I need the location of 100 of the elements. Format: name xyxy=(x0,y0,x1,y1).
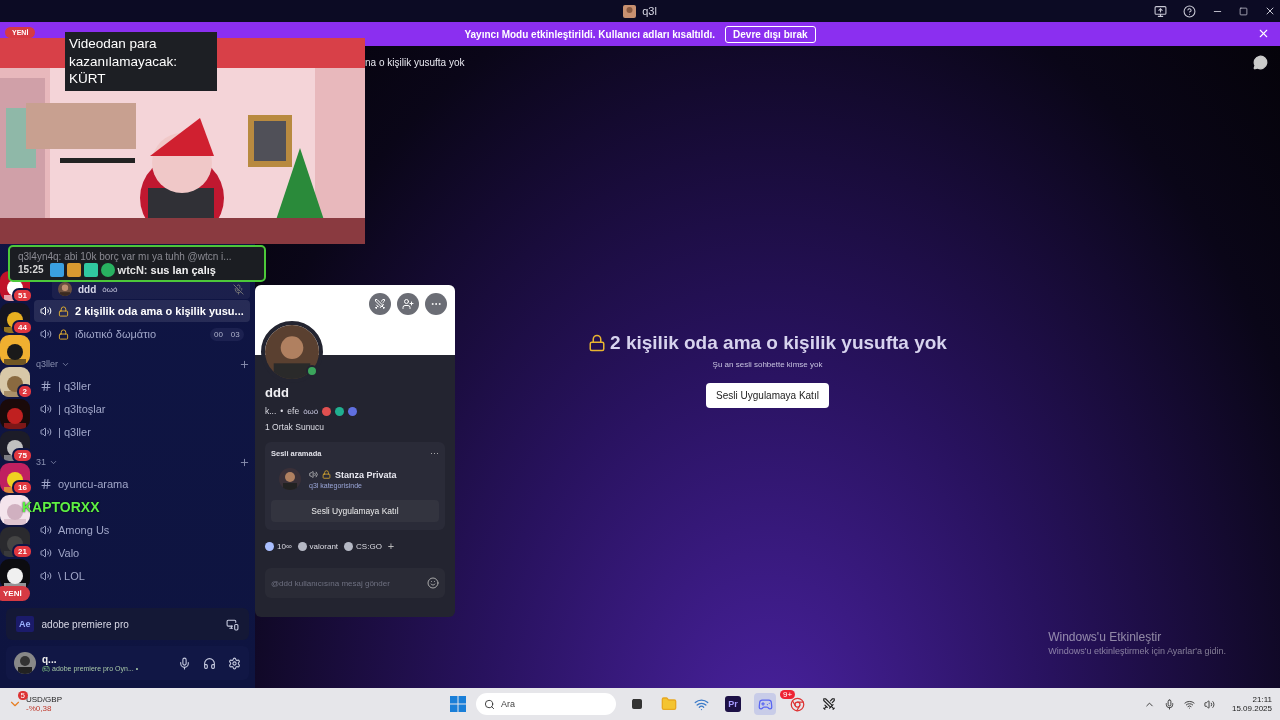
stream-icon[interactable] xyxy=(226,617,239,631)
close-icon[interactable] xyxy=(1264,5,1276,17)
separator: • xyxy=(280,406,284,416)
pronouns: efe xyxy=(287,406,300,416)
avatar[interactable] xyxy=(14,652,36,674)
new-pill: YENİ xyxy=(0,586,30,601)
start-icon[interactable] xyxy=(450,696,466,712)
channel-item[interactable]: 2 kişilik oda ama o kişilik yusu... xyxy=(34,300,250,322)
notification-badge: 9+ xyxy=(780,690,796,699)
emoji-icon[interactable] xyxy=(427,577,439,589)
lock-icon xyxy=(58,328,69,340)
category-header[interactable]: q3ller xyxy=(34,354,250,374)
user-tag: òωó xyxy=(303,406,319,416)
lock-icon xyxy=(322,470,331,479)
gamepad-icon xyxy=(42,664,50,673)
empty-state-text: Şu an sesli sohbette kimse yok xyxy=(712,360,823,369)
channel-title: na o kişilik yusufta yok xyxy=(365,56,465,68)
add-friend-icon xyxy=(402,298,414,310)
add-icon[interactable] xyxy=(238,358,250,370)
channel-item[interactable]: ιδιωτικό δωμάτιο 00 03 xyxy=(34,323,250,345)
role-tag: CS:GO xyxy=(344,541,382,551)
message-field[interactable]: @ddd kullanıcısına mesaj gönder xyxy=(265,568,445,598)
disable-button[interactable]: Devre dışı bırak xyxy=(725,25,816,43)
activity-name: adobe premiere pro xyxy=(41,618,129,630)
activation-text: Windows'u etkinleştirmek için Ayarlar'a gidin. xyxy=(1048,646,1226,656)
hash-icon xyxy=(40,380,52,392)
unread-badge: 75 xyxy=(12,448,33,463)
search-icon xyxy=(484,698,495,710)
unread-badge: 51 xyxy=(12,288,33,303)
add-icon[interactable] xyxy=(238,456,250,468)
channel-item[interactable]: | q3ltoşlar xyxy=(34,398,250,420)
search-field[interactable]: Ara xyxy=(476,693,616,715)
more-button[interactable] xyxy=(425,293,447,315)
activity-panel[interactable]: Ae adobe premiere pro xyxy=(6,608,249,640)
reply-preview: q3l4yn4q: abi 10k borç var mı ya tuhh @wtcn i... xyxy=(18,250,233,262)
user-name: q... xyxy=(42,653,58,665)
channel-item[interactable]: Among Us xyxy=(34,519,250,541)
lock-icon xyxy=(58,305,69,317)
profile-name: ddd xyxy=(265,385,290,400)
speaker-icon xyxy=(40,570,52,582)
discord-app[interactable] xyxy=(754,693,776,715)
profile-username: k... xyxy=(265,406,277,416)
lock-icon xyxy=(588,334,607,352)
maximize-icon[interactable] xyxy=(1239,6,1248,16)
unread-badge: 21 xyxy=(12,544,33,559)
tooltip: Videodan para kazanılamayacak: KÜRT xyxy=(65,32,217,91)
mic-icon[interactable] xyxy=(1163,698,1175,710)
join-button[interactable]: Sesli Uygulamaya Katıl xyxy=(706,383,829,408)
volume-icon[interactable] xyxy=(1203,698,1215,710)
muted-icon xyxy=(232,283,244,295)
clock-time[interactable]: 21:11 xyxy=(1252,695,1272,704)
speaker-icon xyxy=(40,547,52,559)
app-icon: Ae xyxy=(16,616,34,632)
clock-date[interactable]: 15.09.2025 xyxy=(1231,704,1272,713)
headphones-icon[interactable] xyxy=(203,656,216,670)
message-text: sus lan çalış xyxy=(150,263,216,276)
window-title: q3l xyxy=(642,5,657,17)
add-role[interactable]: + xyxy=(387,540,395,552)
mic-icon[interactable] xyxy=(178,656,191,670)
close-icon[interactable] xyxy=(1257,27,1270,40)
settings-icon[interactable] xyxy=(228,656,241,670)
speaker-icon xyxy=(40,328,52,340)
swords-icon xyxy=(374,298,386,310)
category-header[interactable]: 31 xyxy=(34,452,250,472)
unread-badge: 44 xyxy=(12,320,33,335)
speaker-icon xyxy=(309,470,318,479)
more-icon[interactable]: ··· xyxy=(430,448,439,458)
unread-badge: 16 xyxy=(12,480,33,495)
user-tag: òωó xyxy=(102,284,118,294)
channel-item[interactable]: Valo xyxy=(34,542,250,564)
banner-message: Yayıncı Modu etkinleştirildi. Kullanıcı adları kısaltıldı. xyxy=(464,28,716,40)
empty-state-title: 2 kişilik oda ama o kişilik yusufta yok xyxy=(610,332,947,354)
channel-item[interactable]: | q3ller xyxy=(34,421,250,443)
role-tag: valorant xyxy=(297,541,339,551)
premiere-app[interactable]: Pr xyxy=(722,693,744,715)
avatar xyxy=(279,468,301,490)
chat-icon[interactable] xyxy=(1253,54,1268,70)
activation-title: Windows'u Etkinleştir xyxy=(1048,630,1163,644)
message-time: 15:25 xyxy=(18,264,44,275)
channel-item[interactable]: oyuncu-arama xyxy=(34,473,250,495)
speaker-icon xyxy=(40,426,52,438)
channel-item[interactable]: \ LOL xyxy=(34,565,250,587)
speaker-icon xyxy=(40,524,52,536)
help-icon[interactable] xyxy=(1183,4,1196,18)
add-friend-button[interactable] xyxy=(397,293,419,315)
channel-item[interactable]: | q3ller xyxy=(34,375,250,397)
user-count: 00 03 xyxy=(209,327,244,341)
mutual-servers[interactable]: 1 Ortak Sunucu xyxy=(265,422,445,432)
speaker-icon xyxy=(40,305,52,317)
role-tag: 10∞ xyxy=(265,541,292,551)
voice-channel-name: Stanza Privata xyxy=(335,469,397,480)
speaker-icon xyxy=(40,403,52,415)
join-button[interactable]: Sesli Uygulamaya Katıl xyxy=(271,500,439,522)
server-icon xyxy=(623,4,637,18)
network-icon[interactable] xyxy=(1183,698,1195,710)
game-button[interactable] xyxy=(369,293,391,315)
message-author: wtcN: xyxy=(117,263,148,276)
widget-title: USD/GBP xyxy=(26,695,62,704)
hash-icon xyxy=(40,478,52,490)
gamepad-icon xyxy=(757,696,773,712)
